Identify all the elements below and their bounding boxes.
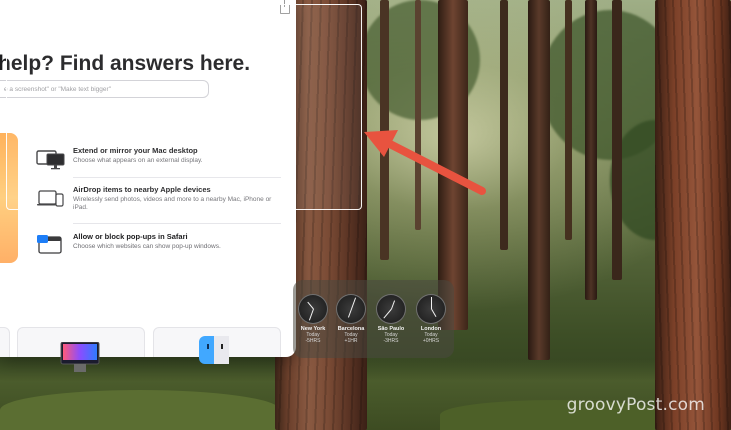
- help-row-description: Choose which websites can show pop-up wi…: [73, 243, 221, 250]
- annotation-arrow: [364, 130, 486, 195]
- clock-offset: -3HRS: [383, 338, 399, 344]
- clock-new-york: New York Today -5HRS: [295, 294, 331, 344]
- tree-trunk-right: [655, 0, 731, 430]
- world-clock-widget[interactable]: New York Today -5HRS Barcelona Today +1H…: [293, 280, 454, 358]
- tree-trunk: [500, 0, 508, 250]
- minute-hand: [383, 308, 392, 319]
- clock-face-icon: [298, 294, 328, 324]
- clock-sao-paulo: São Paulo Today -3HRS: [373, 294, 409, 344]
- clock-face-icon: [336, 294, 366, 324]
- dock-finder-icon[interactable]: [197, 336, 231, 364]
- row-divider: [73, 223, 281, 224]
- fern: [0, 390, 280, 430]
- screenshot-selection-rectangle[interactable]: [6, 4, 362, 210]
- watermark: groovyPost.com: [566, 395, 705, 415]
- dock-imac-icon[interactable]: [60, 341, 100, 372]
- clock-offset: -5HRS: [305, 338, 321, 344]
- hour-hand: [431, 308, 437, 318]
- clock-london: London Today +0HRS: [413, 294, 449, 344]
- hour-hand: [391, 300, 396, 310]
- help-row-title: Allow or block pop-ups in Safari: [73, 232, 188, 241]
- clock-offset: +1HR: [344, 338, 358, 344]
- clock-barcelona: Barcelona Today +1HR: [333, 294, 369, 344]
- tree-trunk: [585, 0, 597, 300]
- tree-trunk: [612, 0, 622, 280]
- clock-face-icon: [376, 294, 406, 324]
- collection-card[interactable]: [0, 327, 10, 357]
- tree-trunk: [528, 0, 550, 360]
- help-row-popups[interactable]: Allow or block pop-ups in Safari Choose …: [36, 232, 280, 264]
- minute-hand: [431, 297, 432, 309]
- popup-window-icon: [37, 235, 62, 254]
- clock-offset: +0HRS: [422, 338, 440, 344]
- tree-trunk: [565, 0, 572, 240]
- minute-hand: [351, 297, 357, 310]
- clock-face-icon: [416, 294, 446, 324]
- minute-hand: [308, 308, 314, 321]
- hour-hand: [347, 308, 352, 318]
